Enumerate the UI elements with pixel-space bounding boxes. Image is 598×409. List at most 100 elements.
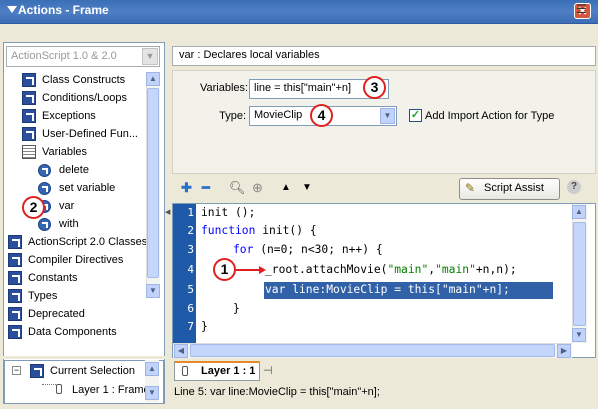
- book-icon: [8, 235, 22, 250]
- code-line: }: [201, 320, 208, 333]
- code-line-selected: var line:MovieClip = this["main"+n];: [265, 283, 510, 296]
- line-number: 6: [187, 302, 194, 315]
- toolbox-item-label: delete: [59, 164, 89, 176]
- toolbox-item-label: User-Defined Fun...: [42, 128, 138, 140]
- scroll-down-icon[interactable]: ▼: [145, 386, 159, 400]
- toolbox-item[interactable]: Types: [8, 288, 57, 306]
- code-vertical-thumb[interactable]: [573, 222, 586, 326]
- code-keyword: function: [201, 224, 256, 237]
- add-action-icon[interactable]: ✚: [181, 180, 192, 196]
- code-line: init ();: [201, 206, 256, 219]
- book-icon: [8, 253, 22, 268]
- scroll-up-icon[interactable]: ▲: [145, 362, 159, 376]
- toolbox-item-label: Conditions/Loops: [42, 92, 128, 104]
- selection-item-frame[interactable]: Layer 1 : Frame: [72, 384, 150, 396]
- scroll-down-icon[interactable]: ▼: [572, 328, 586, 342]
- chevron-down-icon[interactable]: ▼: [380, 108, 395, 124]
- open-book-icon: [22, 145, 36, 160]
- toolbox-item[interactable]: Constants: [8, 270, 78, 288]
- type-label: Type:: [219, 110, 246, 122]
- toolbox-item[interactable]: Compiler Directives: [8, 252, 123, 270]
- options-menu-icon[interactable]: ☰: [576, 2, 587, 16]
- scroll-up-icon[interactable]: ▲: [146, 72, 160, 86]
- toolbox-item[interactable]: Class Constructs: [22, 72, 125, 90]
- actionscript-version-select[interactable]: ActionScript 1.0 & 2.0: [6, 46, 160, 67]
- collapse-toolbox-icon[interactable]: ◀: [165, 208, 171, 224]
- remove-action-icon[interactable]: ━: [202, 180, 210, 196]
- code-line: }: [233, 302, 240, 315]
- book-icon: [30, 364, 44, 378]
- toolbox-item[interactable]: Variables: [22, 144, 87, 162]
- toolbox-item[interactable]: Data Components: [8, 324, 117, 342]
- line-number: 2: [187, 224, 194, 237]
- book-icon: [8, 271, 22, 286]
- code-line: _root.attachMovie("main","main"+n,n);: [265, 263, 517, 276]
- callout-arrowhead: [259, 266, 266, 274]
- panel-separator[interactable]: [3, 356, 165, 359]
- toolbox-scroll-thumb[interactable]: [147, 88, 159, 278]
- wand-icon: ✎: [465, 181, 476, 195]
- code-text: +n,n);: [475, 263, 517, 276]
- line-number: 4: [187, 263, 194, 276]
- callout-1: 1: [213, 258, 236, 281]
- code-text: _root.attachMovie(: [265, 263, 388, 276]
- action-icon: [38, 217, 51, 231]
- line-number: 7: [187, 320, 194, 333]
- line-number: 5: [187, 283, 194, 296]
- toolbox-item-label: Exceptions: [42, 110, 96, 122]
- move-up-icon[interactable]: ▲: [281, 182, 291, 193]
- toolbox-item[interactable]: User-Defined Fun...: [22, 126, 138, 144]
- toolbox-item-label: set variable: [59, 182, 116, 194]
- callout-4: 4: [310, 104, 333, 127]
- line-number: 3: [187, 243, 194, 256]
- window-title: Actions - Frame: [18, 3, 109, 17]
- book-icon: [8, 325, 22, 340]
- pin-script-icon[interactable]: ⊣: [263, 364, 273, 377]
- toolbox-item[interactable]: Deprecated: [8, 306, 85, 324]
- move-down-icon[interactable]: ▼: [302, 182, 312, 193]
- callout-3: 3: [363, 76, 386, 99]
- add-import-label: Add Import Action for Type: [425, 110, 555, 122]
- code-horizontal-thumb[interactable]: [190, 344, 555, 357]
- code-keyword: for: [233, 243, 254, 256]
- book-icon: [22, 127, 36, 142]
- selection-item-current[interactable]: Current Selection: [30, 364, 135, 378]
- toolbox-item[interactable]: Conditions/Loops: [22, 90, 127, 108]
- code-line: function init() {: [201, 224, 317, 237]
- tree-connector: [42, 384, 56, 385]
- frame-icon: [56, 384, 62, 394]
- toolbox-item-label: Data Components: [28, 326, 117, 338]
- target-icon[interactable]: ⊕: [252, 180, 263, 196]
- chevron-down-icon[interactable]: ▼: [142, 48, 158, 65]
- add-import-checkbox[interactable]: ✓: [409, 109, 422, 122]
- frame-icon: [182, 366, 188, 376]
- collapse-icon[interactable]: −: [12, 366, 21, 375]
- toolbox-item[interactable]: with: [38, 216, 79, 234]
- collapse-arrow-icon[interactable]: [7, 6, 17, 13]
- toolbox-item-label: Types: [28, 290, 58, 302]
- code-line: for (n=0; n<30; n++) {: [233, 243, 383, 256]
- find-icon[interactable]: 🔍︎: [229, 180, 246, 196]
- action-icon: [38, 163, 51, 177]
- scroll-right-icon[interactable]: ▶: [557, 344, 571, 358]
- status-bar: Line 5: var line:MovieClip = this["main"…: [174, 386, 380, 398]
- scroll-up-icon[interactable]: ▲: [572, 205, 586, 219]
- toolbox-item-label: Variables: [42, 146, 88, 158]
- code-text: (n=0; n<30; n++) {: [253, 243, 383, 256]
- help-icon[interactable]: ?: [567, 180, 581, 194]
- toolbox-item-label: var: [59, 200, 75, 212]
- action-icon: [38, 181, 51, 195]
- scroll-down-icon[interactable]: ▼: [146, 284, 160, 298]
- variables-label: Variables:: [200, 82, 249, 94]
- toolbox-item[interactable]: set variable: [38, 180, 115, 198]
- book-icon: [22, 109, 36, 124]
- options-row: [0, 24, 598, 42]
- scroll-left-icon[interactable]: ◀: [174, 344, 188, 358]
- toolbox-item[interactable]: ActionScript 2.0 Classes: [8, 234, 146, 252]
- code-string: "main": [435, 263, 476, 276]
- toolbox-item[interactable]: Exceptions: [22, 108, 96, 126]
- toolbox-item[interactable]: delete: [38, 162, 89, 180]
- book-icon: [8, 307, 22, 322]
- toolbox-item-label: Compiler Directives: [28, 254, 124, 266]
- code-text: init() {: [255, 224, 317, 237]
